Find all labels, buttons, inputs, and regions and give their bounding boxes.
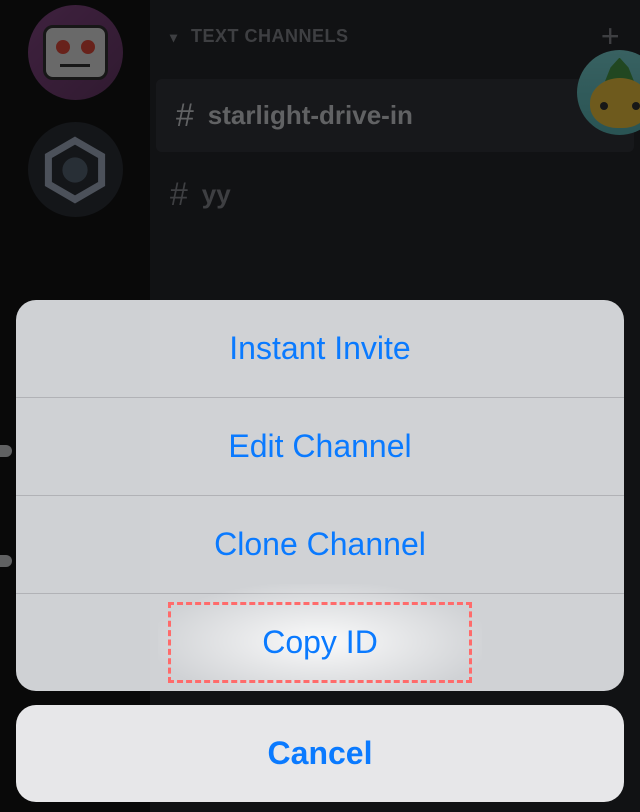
cancel-button[interactable]: Cancel xyxy=(16,705,624,802)
instant-invite-button[interactable]: Instant Invite xyxy=(16,300,624,398)
button-label: Clone Channel xyxy=(214,526,426,562)
action-sheet-options-group: Instant Invite Edit Channel Clone Channe… xyxy=(16,300,624,691)
edit-channel-button[interactable]: Edit Channel xyxy=(16,398,624,496)
clone-channel-button[interactable]: Clone Channel xyxy=(16,496,624,594)
button-label: Edit Channel xyxy=(228,428,411,464)
copy-id-button[interactable]: Copy ID xyxy=(16,594,624,691)
button-label: Copy ID xyxy=(262,624,378,660)
action-sheet: Instant Invite Edit Channel Clone Channe… xyxy=(16,300,624,802)
button-label: Cancel xyxy=(268,735,373,771)
button-label: Instant Invite xyxy=(229,330,410,366)
